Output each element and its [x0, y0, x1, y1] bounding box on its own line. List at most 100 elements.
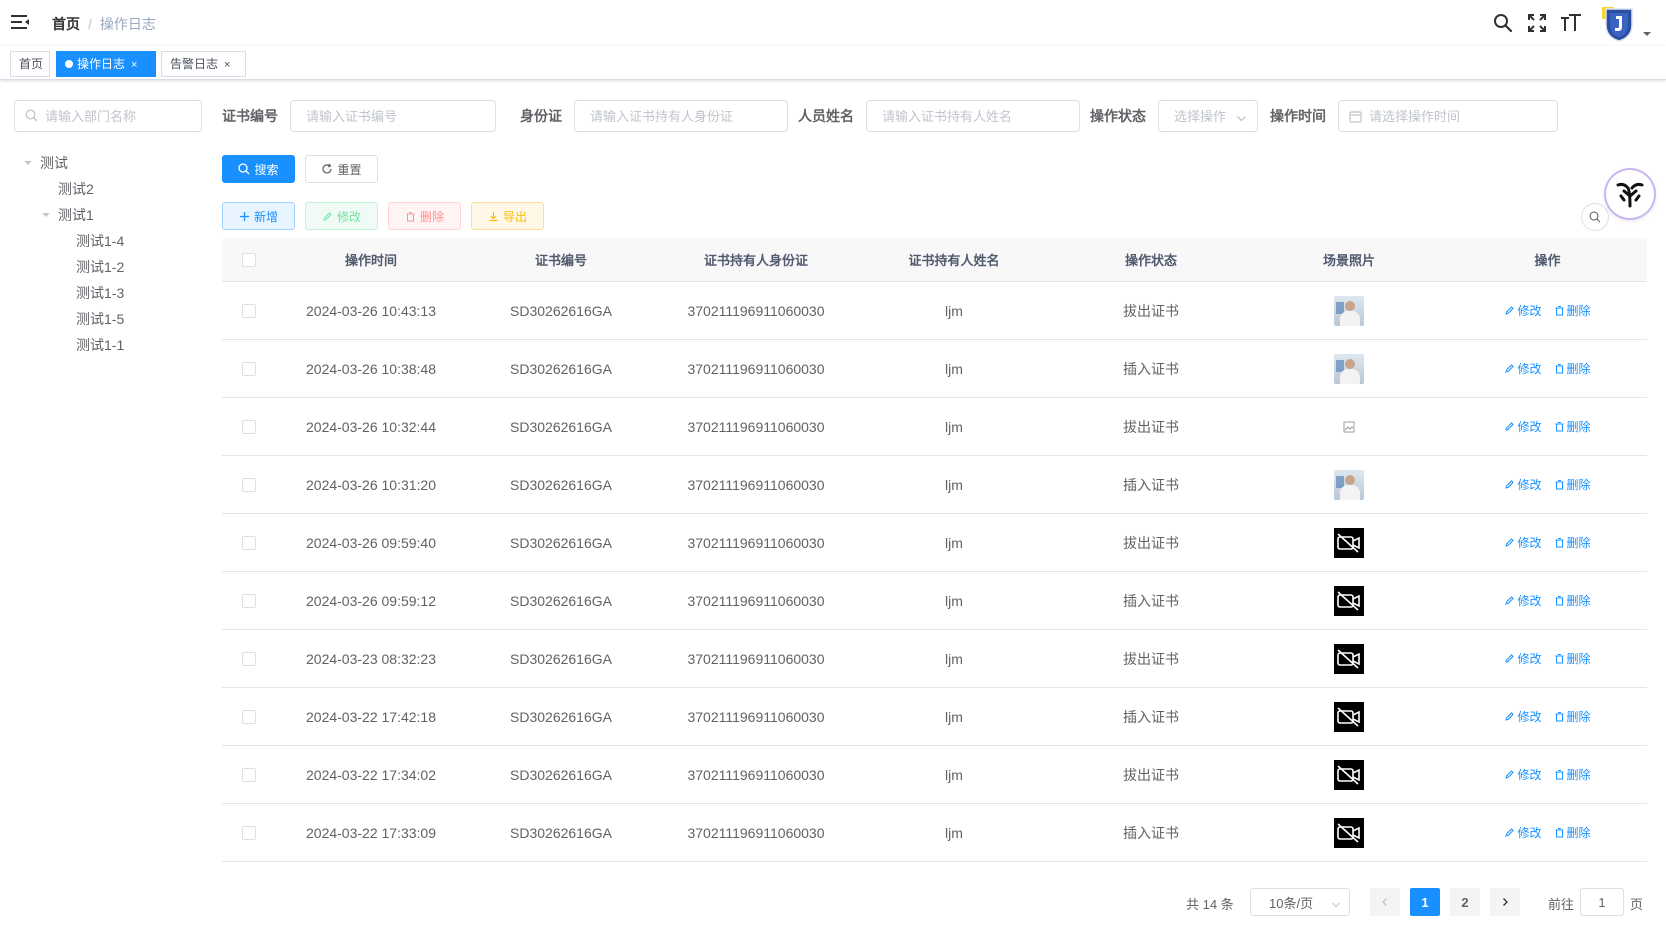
- page-size-select[interactable]: 10条/页: [1250, 888, 1350, 916]
- dept-search: [14, 100, 202, 132]
- reset-button[interactable]: 重置: [305, 155, 378, 183]
- row-delete-link[interactable]: 删除: [1554, 534, 1591, 551]
- scene-photo[interactable]: [1334, 527, 1364, 558]
- table-row: 2024-03-26 10:32:44 SD30262616GA 370211196…: [222, 398, 1647, 456]
- row-edit-link[interactable]: 修改: [1504, 592, 1542, 609]
- edit-icon: [1505, 828, 1515, 837]
- row-edit-link[interactable]: 修改: [1504, 302, 1542, 319]
- prev-page-button[interactable]: [1370, 888, 1400, 916]
- font-size-icon[interactable]: [1560, 12, 1582, 34]
- row-edit-link[interactable]: 修改: [1504, 708, 1542, 725]
- row-delete-link[interactable]: 删除: [1554, 418, 1591, 435]
- caret-down-icon[interactable]: [22, 157, 34, 169]
- goto-label: 前往: [1548, 897, 1575, 912]
- row-checkbox[interactable]: [242, 419, 256, 434]
- tag-home[interactable]: 首页: [10, 51, 50, 77]
- row-checkbox[interactable]: [242, 767, 256, 782]
- close-icon[interactable]: ×: [224, 59, 230, 71]
- row-edit-link[interactable]: 修改: [1504, 824, 1542, 841]
- tag-operation-log[interactable]: 操作日志 ×: [56, 51, 156, 77]
- row-checkbox[interactable]: [242, 535, 256, 550]
- row-checkbox[interactable]: [242, 361, 256, 376]
- edit-button[interactable]: 修改: [305, 202, 378, 230]
- tree-node[interactable]: 测试1-5: [14, 306, 204, 332]
- toggle-search-button[interactable]: [1581, 203, 1609, 231]
- scene-photo[interactable]: [1334, 643, 1364, 674]
- tree-node[interactable]: 测试2: [14, 176, 204, 202]
- tree-node[interactable]: 测试1: [14, 202, 204, 228]
- status-select[interactable]: [1158, 100, 1258, 132]
- next-page-button[interactable]: [1490, 888, 1520, 916]
- row-edit-link[interactable]: 修改: [1504, 766, 1542, 783]
- close-icon[interactable]: ×: [131, 59, 137, 71]
- avatar[interactable]: [1598, 3, 1638, 43]
- cell-time: 2024-03-26 09:59:40: [306, 534, 436, 551]
- row-delete-link[interactable]: 删除: [1554, 766, 1591, 783]
- cell-cert: SD30262616GA: [510, 650, 612, 667]
- tree-node[interactable]: 测试1-3: [14, 280, 204, 306]
- scene-photo[interactable]: [1334, 817, 1364, 848]
- tag-alarm-log[interactable]: 告警日志 ×: [161, 51, 246, 77]
- row-delete-link[interactable]: 删除: [1554, 650, 1591, 667]
- row-checkbox[interactable]: [242, 303, 256, 318]
- search-button[interactable]: 搜索: [222, 155, 295, 183]
- scene-photo[interactable]: [1334, 759, 1364, 790]
- search-icon[interactable]: [1492, 12, 1514, 34]
- tree-node[interactable]: 测试: [14, 150, 204, 176]
- goto-input[interactable]: [1581, 889, 1623, 915]
- row-checkbox[interactable]: [242, 593, 256, 608]
- time-picker[interactable]: [1338, 100, 1558, 132]
- breadcrumb-home[interactable]: 首页: [52, 14, 80, 34]
- row-edit-link[interactable]: 修改: [1504, 418, 1542, 435]
- row-checkbox[interactable]: [242, 477, 256, 492]
- cell-status: 插入证书: [1123, 708, 1179, 725]
- assistant-logo-icon[interactable]: [1606, 170, 1654, 218]
- tree-node[interactable]: 测试1-1: [14, 332, 204, 358]
- fullscreen-icon[interactable]: [1526, 12, 1548, 34]
- trash-icon: [1555, 828, 1563, 838]
- row-delete-link[interactable]: 删除: [1554, 302, 1591, 319]
- tree-node[interactable]: 测试1-4: [14, 228, 204, 254]
- select-all-checkbox[interactable]: [242, 252, 256, 267]
- name-input[interactable]: [867, 101, 1079, 131]
- broken-image-icon[interactable]: [1334, 412, 1364, 442]
- row-select-cell: [222, 535, 276, 550]
- cell-photo: [1250, 585, 1448, 616]
- header-time[interactable]: 操作时间: [276, 250, 466, 269]
- tree-node[interactable]: 测试1-2: [14, 254, 204, 280]
- row-delete-link[interactable]: 删除: [1554, 360, 1591, 377]
- table-row: 2024-03-22 17:33:09 SD30262616GA 370211196…: [222, 804, 1647, 862]
- cert-input[interactable]: [291, 101, 495, 131]
- row-delete-link[interactable]: 删除: [1554, 592, 1591, 609]
- add-button[interactable]: 新增: [222, 202, 295, 230]
- row-delete-link[interactable]: 删除: [1554, 476, 1591, 493]
- scene-photo[interactable]: [1334, 469, 1364, 500]
- scene-photo[interactable]: [1334, 295, 1364, 326]
- delete-button[interactable]: 删除: [388, 202, 461, 230]
- cell-id: 370211196911060030: [687, 592, 825, 609]
- time-input[interactable]: [1339, 101, 1557, 131]
- id-input[interactable]: [575, 101, 787, 131]
- dept-search-input[interactable]: [15, 101, 201, 131]
- row-delete-link[interactable]: 删除: [1554, 824, 1591, 841]
- scene-photo[interactable]: [1334, 353, 1364, 384]
- row-checkbox[interactable]: [242, 651, 256, 666]
- scene-photo[interactable]: [1334, 585, 1364, 616]
- cell-ops: 修改 删除: [1448, 650, 1647, 667]
- export-button[interactable]: 导出: [471, 202, 544, 230]
- row-edit-link[interactable]: 修改: [1504, 534, 1542, 551]
- row-delete-link[interactable]: 删除: [1554, 708, 1591, 725]
- row-checkbox[interactable]: [242, 825, 256, 840]
- caret-down-icon[interactable]: [1642, 26, 1652, 36]
- trash-icon: [1555, 770, 1563, 780]
- row-edit-link[interactable]: 修改: [1504, 476, 1542, 493]
- row-checkbox[interactable]: [242, 709, 256, 724]
- hamburger-menu-icon[interactable]: [10, 12, 30, 32]
- scene-photo[interactable]: [1334, 701, 1364, 732]
- page-button-1[interactable]: 1: [1410, 888, 1440, 916]
- row-edit-link[interactable]: 修改: [1504, 650, 1542, 667]
- page-button-2[interactable]: 2: [1450, 888, 1480, 916]
- caret-down-icon[interactable]: [40, 209, 52, 221]
- row-edit-link[interactable]: 修改: [1504, 360, 1542, 377]
